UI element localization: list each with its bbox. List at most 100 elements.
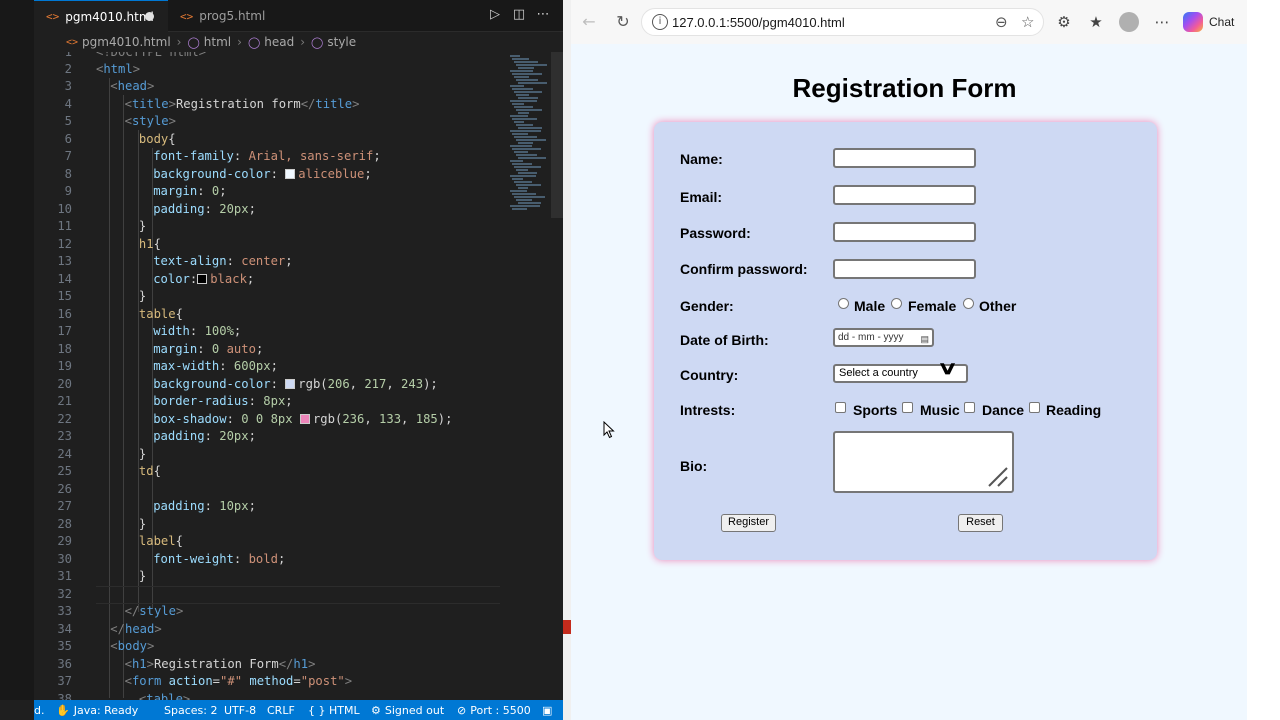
status-eol[interactable]: CRLF [267,700,295,720]
interest-reading-checkbox[interactable] [1029,402,1040,413]
code-line[interactable]: 21 border-radius: 8px; [34,393,504,411]
code-line[interactable]: 4 <title>Registration form</title> [34,96,504,114]
code-line[interactable]: 10 padding: 20px; [34,201,504,219]
country-select[interactable]: Select a country ∨ [833,359,968,383]
code-line[interactable]: 32 [34,586,504,604]
favorite-star-icon[interactable]: ☆ [1021,13,1034,31]
status-live-server[interactable]: ⊘ Port : 5500 [457,700,531,720]
code-line[interactable]: 15} [34,288,504,306]
favorites-icon[interactable]: ★ [1086,12,1106,32]
code-line[interactable]: 5 <style> [34,113,504,131]
code-line[interactable]: 25 td{ [34,463,504,481]
site-info-icon[interactable]: i [652,14,668,30]
color-swatch[interactable] [299,413,310,424]
notifications-icon[interactable]: ▣ [542,700,552,720]
code-line[interactable]: 18 margin: 0 auto; [34,341,504,359]
window-split-divider[interactable] [563,0,571,720]
url-text[interactable]: 127.0.0.1:5500/pgm4010.html [672,15,845,30]
thumbs-up-icon: ✋ [56,703,70,717]
code-line[interactable]: 13 text-align: center; [34,253,504,271]
password-input[interactable] [833,222,976,242]
code-line[interactable]: 35 <body> [34,638,504,656]
code-line[interactable]: 11} [34,218,504,236]
breadcrumb-html[interactable]: html [204,35,231,49]
register-button[interactable]: Register [721,514,776,532]
profile-avatar[interactable] [1119,12,1139,32]
code-line[interactable]: 2 <html> [34,61,504,79]
tab-prog5[interactable]: <> prog5.html [168,0,298,32]
code-line[interactable]: 28} [34,516,504,534]
code-line[interactable]: 12 h1{ [34,236,504,254]
minimap[interactable] [506,52,550,218]
code-line[interactable]: 31} [34,568,504,586]
minimap-line [512,88,533,90]
more-actions-icon[interactable]: ⋯ [534,7,552,25]
code-line[interactable]: 3 <head> [34,78,504,96]
confirm-password-input[interactable] [833,259,976,279]
unsaved-dot-icon[interactable] [145,12,154,21]
gender-female-radio[interactable] [891,298,902,309]
label-interests: Intrests: [680,402,736,418]
run-icon[interactable]: ▷ [486,7,504,25]
code-line[interactable]: 7 font-family: Arial, sans-serif; [34,148,504,166]
code-line[interactable]: 17 width: 100%; [34,323,504,341]
line-source: </head> [110,621,162,636]
address-bar[interactable]: i 127.0.0.1:5500/pgm4010.html ⊖ ☆ [641,8,1044,36]
code-line[interactable]: 23 padding: 20px; [34,428,504,446]
code-line[interactable]: 30 font-weight: bold; [34,551,504,569]
line-source: body{ [138,131,176,146]
status-spaces[interactable]: Spaces: 2 [164,700,217,720]
code-line[interactable]: 33 </style> [34,603,504,621]
gender-other-radio[interactable] [963,298,974,309]
refresh-icon[interactable]: ↻ [613,12,633,32]
code-line[interactable]: 26 [34,481,504,499]
code-line[interactable]: 24} [34,446,504,464]
extensions-icon[interactable]: ⚙ [1054,12,1074,32]
more-options-icon[interactable]: ⋯ [1152,12,1172,32]
code-line[interactable]: 38 <table> [34,691,504,701]
tab-pgm4010[interactable]: <> pgm4010.html [34,0,168,32]
status-language[interactable]: { } HTML [308,700,360,720]
email-input[interactable] [833,185,976,205]
reset-button[interactable]: Reset [958,514,1003,532]
bio-textarea[interactable] [833,431,1014,493]
breadcrumb-head[interactable]: head [264,35,294,49]
status-encoding[interactable]: UTF-8 [224,700,256,720]
back-arrow-icon[interactable]: ← [579,12,599,32]
gender-male-radio[interactable] [838,298,849,309]
interest-music-checkbox[interactable] [902,402,913,413]
color-swatch[interactable] [285,168,296,179]
line-source: <form action="#" method="post"> [124,674,353,688]
breadcrumb-style[interactable]: style [327,35,356,49]
color-swatch[interactable] [197,273,208,284]
resize-handle-icon[interactable] [985,464,1009,488]
code-line[interactable]: 14 color: black; [34,271,504,289]
code-text-area[interactable]: 1 <!DOCTYPE html> 2 <html> 3 <head> 4 <title>Re… [34,52,563,700]
browser-scrollbar[interactable] [1247,0,1280,720]
zoom-out-icon[interactable]: ⊖ [995,13,1008,31]
code-line[interactable]: 34 </head> [34,621,504,639]
code-line[interactable]: 16 table{ [34,306,504,324]
name-input[interactable] [833,148,976,168]
interest-sports-checkbox[interactable] [835,402,846,413]
split-editor-icon[interactable]: ◫ [510,7,528,25]
breadcrumb-file[interactable]: pgm4010.html [82,35,171,49]
code-line[interactable]: 36 <h1>Registration Form</h1> [34,656,504,674]
copilot-chat-button[interactable]: Chat [1183,10,1234,34]
code-line[interactable]: 8 background-color: aliceblue; [34,166,504,184]
dob-date-input[interactable]: dd - mm - yyyy ▤ [833,328,934,347]
code-line[interactable]: 9 margin: 0; [34,183,504,201]
calendar-icon[interactable]: ▤ [920,332,929,347]
code-line[interactable]: 27 padding: 10px; [34,498,504,516]
code-line[interactable]: 6 body{ [34,131,504,149]
code-line[interactable]: 37 <form action="#" method="post"> [34,673,504,691]
status-java[interactable]: ✋ Java: Ready [56,700,138,720]
interest-dance-checkbox[interactable] [964,402,975,413]
code-line[interactable]: 20 background-color: rgb(206, 217, 243); [34,376,504,394]
code-line[interactable]: 19 max-width: 600px; [34,358,504,376]
color-swatch[interactable] [285,378,296,389]
code-line[interactable]: 29 label{ [34,533,504,551]
editor-scrollbar[interactable] [551,52,563,218]
status-account[interactable]: ⚙ Signed out [371,700,444,720]
code-line[interactable]: 22 box-shadow: 0 0 8px rgb(236, 133, 185)… [34,411,504,429]
